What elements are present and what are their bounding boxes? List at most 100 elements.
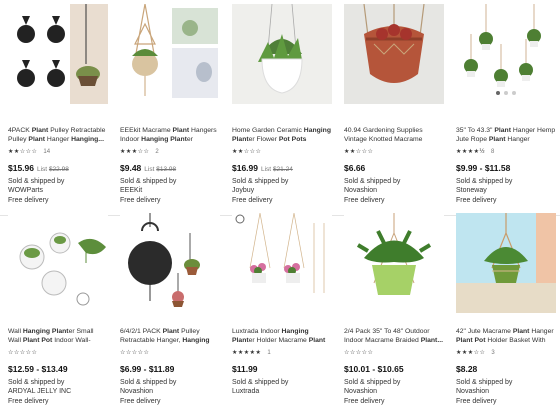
title-highlight: Plant	[512, 328, 530, 335]
price-amount: $9.48	[120, 163, 142, 173]
seller-name[interactable]: Joybuy	[232, 186, 332, 196]
product-price: $9.48 List $13.98	[120, 164, 220, 175]
seller-name[interactable]: WOWParts	[8, 186, 108, 196]
delivery-label: Free delivery	[456, 398, 497, 405]
product-image[interactable]	[232, 4, 332, 104]
product-title[interactable]: 6/4/2/1 PACK Plant Pulley Retractable Ha…	[120, 327, 220, 345]
ceramic-pot-image	[232, 4, 332, 104]
title-text: EEEkit Macrame	[120, 127, 173, 134]
title-text: 2/4 Pack 35" To 48" Outdoor Indoor Macra…	[344, 328, 430, 344]
product-title[interactable]: 40.94 Gardening Supplies Vintage Knotted…	[344, 126, 444, 144]
seller-name[interactable]: Novashion	[344, 186, 444, 196]
seller-name[interactable]: EEEKit	[120, 186, 220, 196]
product-title[interactable]: 2/4 Pack 35" To 48" Outdoor Indoor Macra…	[344, 327, 444, 345]
product-image[interactable]	[120, 4, 220, 104]
sold-shipped-label: Sold & shipped by	[120, 379, 177, 386]
title-highlight: Plant	[308, 337, 326, 344]
list-label: List	[37, 166, 48, 173]
product-card-2[interactable]: EEEkit Macrame Plant Hangers Indoor Hang…	[112, 0, 224, 209]
product-title[interactable]: Home Garden Ceramic Hanging Planter Flow…	[232, 126, 332, 144]
delivery-label: Free delivery	[120, 398, 161, 405]
product-card-6[interactable]: Wall Hanging Planter Small Wall Plant Po…	[0, 209, 112, 419]
product-image[interactable]	[456, 213, 556, 313]
carousel-dot[interactable]	[504, 91, 508, 95]
seller-name[interactable]: Novashion	[456, 387, 556, 397]
title-text: 42" Jute Macrame	[456, 328, 513, 335]
product-card-5[interactable]: 35" To 43.3" Plant Hanger Hemp Jute Rope…	[448, 0, 560, 209]
product-image[interactable]	[8, 213, 108, 313]
product-price: $16.99 List $21.24	[232, 164, 332, 175]
title-highlight: Hanging Plant	[22, 328, 69, 335]
delivery-label: Free delivery	[344, 197, 385, 204]
title-highlight: Hanging Plant	[141, 136, 187, 143]
list-price: List $22.98	[37, 166, 69, 173]
jute-outdoor-image	[456, 213, 556, 313]
product-card-9[interactable]: 2/4 Pack 35" To 48" Outdoor Indoor Macra…	[336, 209, 448, 419]
title-highlight: Pot Pots	[278, 136, 307, 143]
product-image[interactable]	[344, 4, 444, 104]
green-pot-image	[344, 213, 444, 313]
sold-shipped-label: Sold & shipped by	[344, 379, 401, 386]
title-text: 35" To 43.3"	[456, 127, 495, 134]
seller-name[interactable]: Luxtrada	[232, 387, 332, 397]
title-highlight: Plant	[488, 136, 506, 143]
product-rating: ★★★★★ 1	[232, 349, 332, 358]
title-highlight: Plant	[31, 127, 49, 134]
product-rating: ★★★★½ 8	[456, 148, 556, 157]
review-count: 3	[491, 350, 495, 356]
rating-stars: ★★☆☆☆	[344, 149, 374, 155]
product-image[interactable]	[232, 213, 332, 313]
product-card-3[interactable]: Home Garden Ceramic Hanging Planter Flow…	[224, 0, 336, 209]
seller-name[interactable]: Stoneway	[456, 186, 556, 196]
rating-stars: ★★★☆☆	[456, 350, 486, 356]
product-rating: ★★★☆☆ 3	[456, 349, 556, 358]
review-count: 14	[43, 149, 51, 155]
product-image[interactable]	[456, 4, 556, 104]
product-price: $10.01 - $10.65	[344, 365, 444, 376]
product-title[interactable]: 35" To 43.3" Plant Hanger Hemp Jute Rope…	[456, 126, 556, 144]
product-title[interactable]: Luxtrada Indoor Hanging Planter Holder M…	[232, 327, 332, 345]
product-title[interactable]: EEEkit Macrame Plant Hangers Indoor Hang…	[120, 126, 220, 144]
title-highlight: Plant	[162, 328, 180, 335]
product-card-7[interactable]: 6/4/2/1 PACK Plant Pulley Retractable Ha…	[112, 209, 224, 419]
price-amount: $10.01 - $10.65	[344, 364, 404, 374]
product-title[interactable]: 42" Jute Macrame Plant Hanger Plant Pot …	[456, 327, 556, 345]
pulley-single-image	[120, 213, 220, 313]
review-count: 2	[155, 149, 159, 155]
seller-name[interactable]: Novashion	[344, 387, 444, 397]
list-price: List $21.24	[261, 166, 293, 173]
product-image[interactable]	[8, 4, 108, 104]
list-label: List	[261, 166, 272, 173]
succulent-pot-image	[344, 4, 444, 104]
product-card-4[interactable]: 40.94 Gardening Supplies Vintage Knotted…	[336, 0, 448, 209]
rating-stars: ★★☆☆☆	[232, 149, 262, 155]
price-amount: $8.28	[456, 364, 478, 374]
product-price: $6.66	[344, 164, 444, 175]
sold-shipped-label: Sold & shipped by	[456, 178, 513, 185]
product-card-8[interactable]: Luxtrada Indoor Hanging Planter Holder M…	[224, 209, 336, 419]
carousel-dots[interactable]	[456, 91, 556, 100]
product-card-10[interactable]: 42" Jute Macrame Plant Hanger Plant Pot …	[448, 209, 560, 419]
product-image[interactable]	[344, 213, 444, 313]
rating-stars: ☆☆☆☆☆	[8, 350, 38, 356]
product-image[interactable]	[120, 213, 220, 313]
delivery-label: Free delivery	[8, 197, 49, 204]
title-text: Wall	[8, 328, 23, 335]
carousel-dot[interactable]	[512, 91, 516, 95]
title-text: 6/4/2/1 PACK	[120, 328, 163, 335]
price-amount: $6.66	[344, 163, 366, 173]
product-title[interactable]: Wall Hanging Planter Small Wall Plant Po…	[8, 327, 108, 345]
seller-name[interactable]: Novashion	[120, 387, 220, 397]
product-card-1[interactable]: 4PACK Plant Pulley Retractable Pulley Pl…	[0, 0, 112, 209]
carousel-dot[interactable]	[496, 91, 500, 95]
rating-stars: ★★☆☆☆	[8, 149, 38, 155]
product-grid: 4PACK Plant Pulley Retractable Pulley Pl…	[0, 0, 560, 419]
list-label: List	[144, 166, 155, 173]
title-text: Luxtrada Indoor	[232, 328, 282, 335]
product-rating: ★★☆☆☆	[344, 148, 444, 157]
product-price: $8.28	[456, 365, 556, 376]
delivery-label: Free delivery	[456, 197, 497, 204]
rating-stars: ★★★★★	[232, 350, 262, 356]
product-title[interactable]: 4PACK Plant Pulley Retractable Pulley Pl…	[8, 126, 108, 144]
seller-name[interactable]: ARDYAL JELLY INC	[8, 387, 108, 397]
